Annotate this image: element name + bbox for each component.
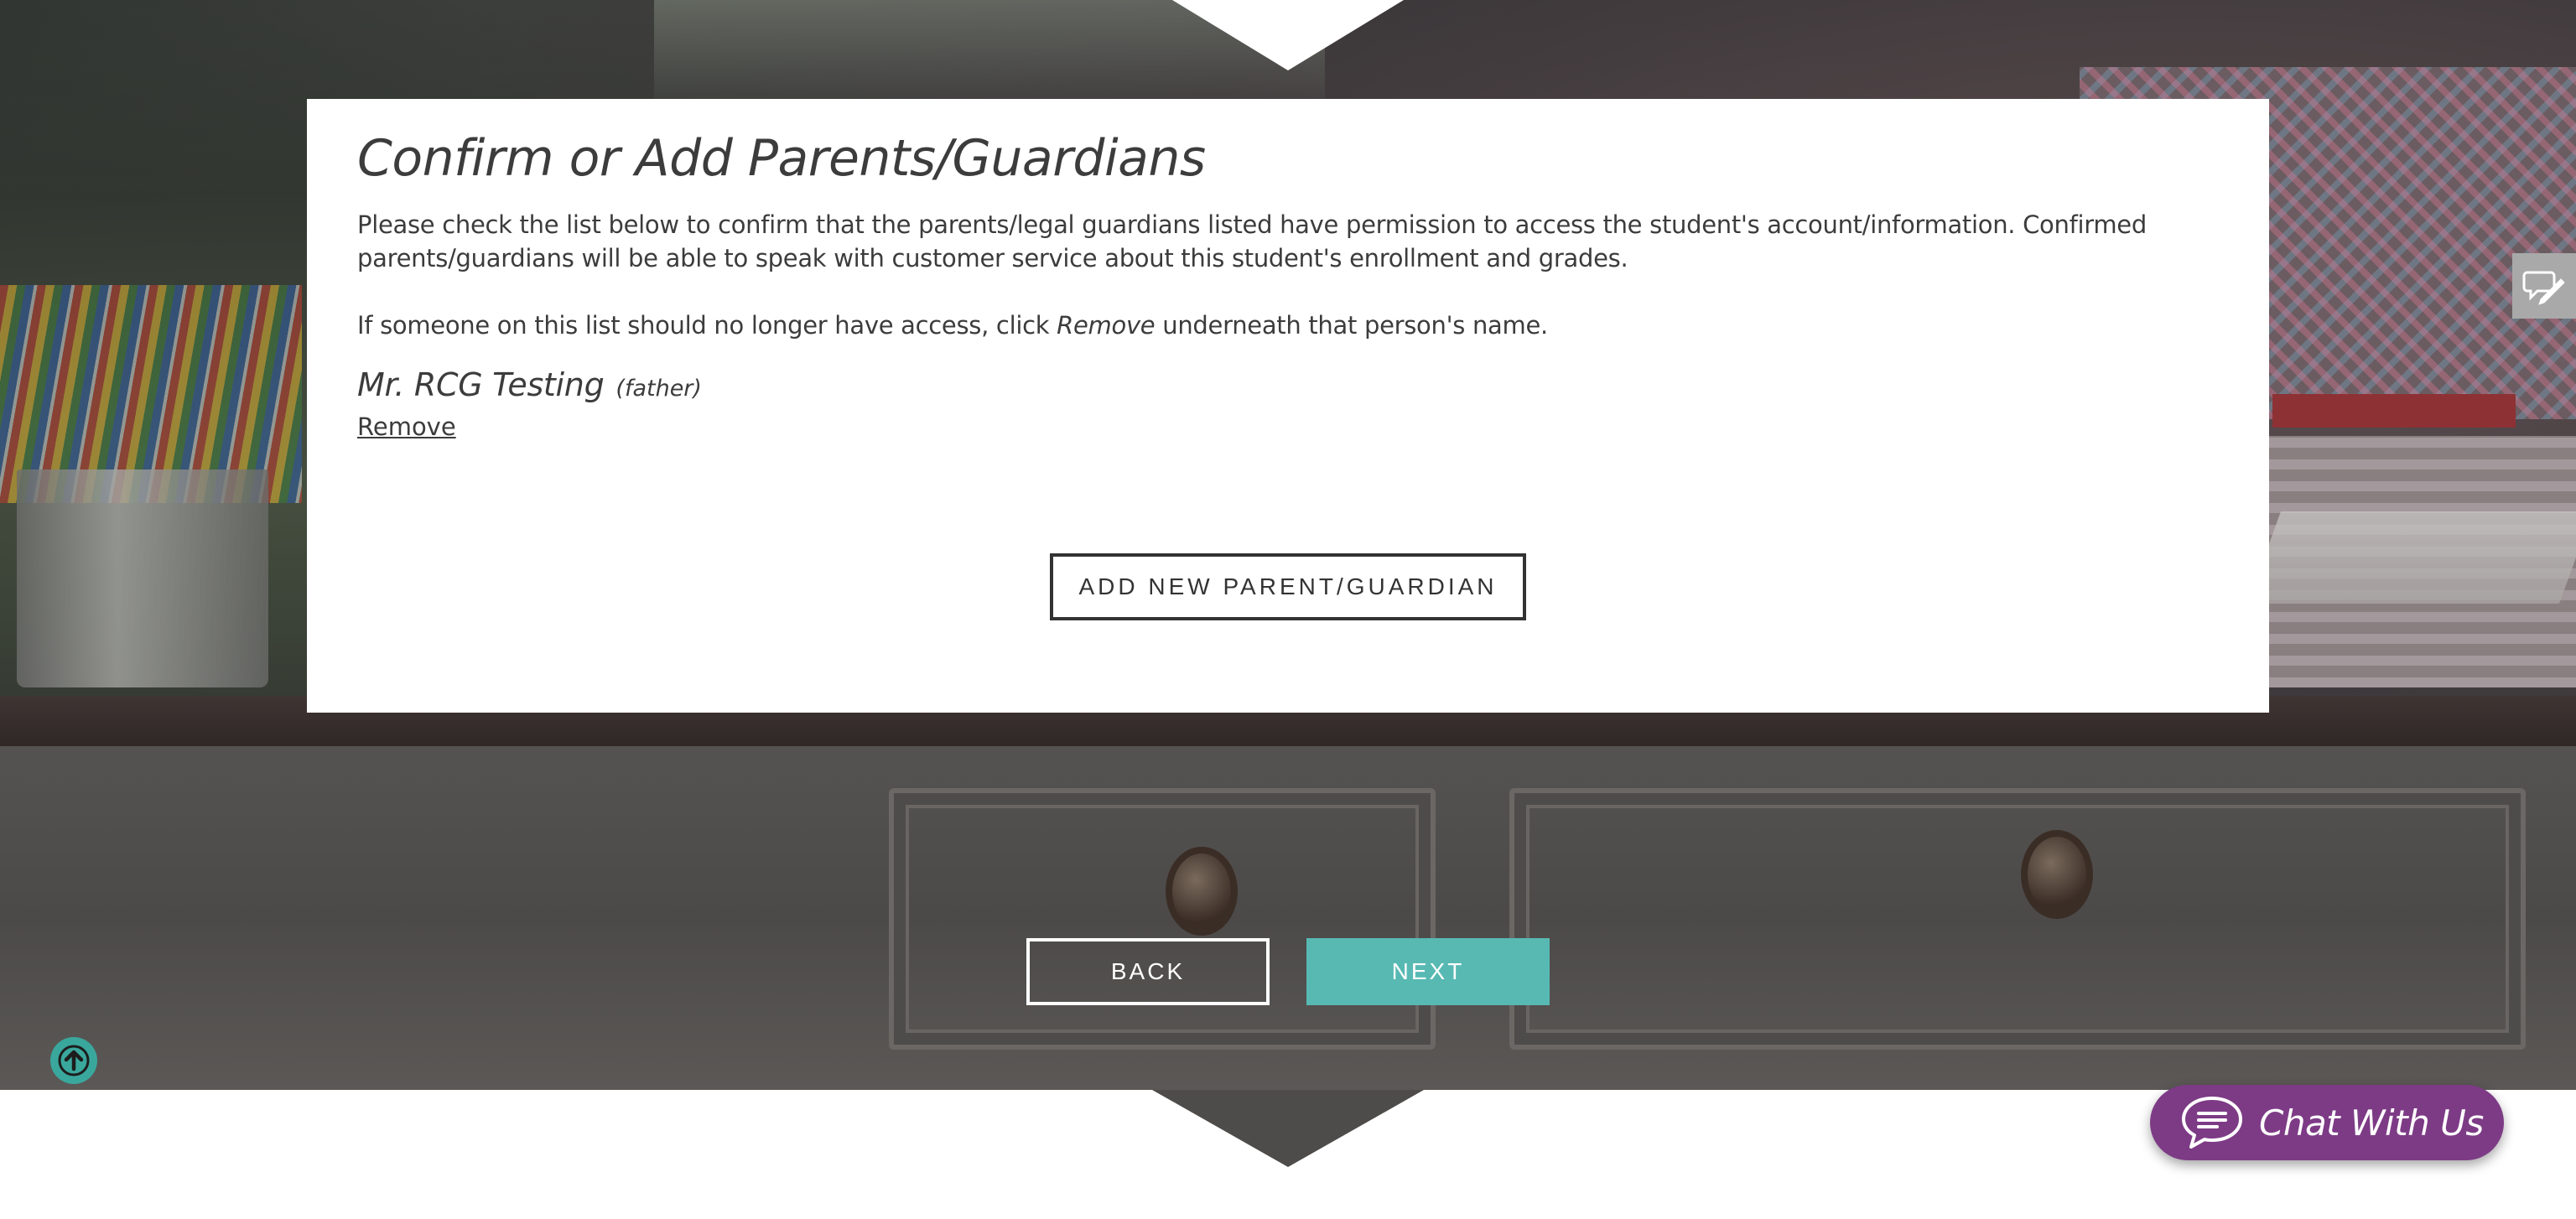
add-new-guardian-button[interactable]: ADD NEW PARENT/GUARDIAN	[1050, 553, 1526, 620]
card-instruction: If someone on this list should no longer…	[357, 309, 2219, 342]
chat-with-us-button[interactable]: Chat With Us	[2150, 1085, 2504, 1160]
arrow-up-icon	[58, 1045, 90, 1076]
instruction-text-after: underneath that person's name.	[1155, 311, 1548, 340]
drawer-knob-left	[1166, 847, 1238, 936]
chat-bubble-icon	[2182, 1097, 2242, 1149]
instruction-text-before: If someone on this list should no longer…	[357, 311, 1057, 340]
next-button[interactable]: NEXT	[1306, 938, 1550, 1005]
guardian-list-item: Mr. RCG Testing (father) Remove	[357, 364, 2219, 441]
page-title: Confirm or Add Parents/Guardians	[357, 129, 1206, 188]
open-book-decoration	[2246, 511, 2576, 604]
bottom-notch-triangle	[1152, 1090, 1424, 1167]
pencil-bucket-decoration	[17, 469, 268, 687]
card-description: Please check the list below to confirm t…	[357, 210, 2147, 272]
chat-label: Chat With Us	[2259, 1102, 2484, 1144]
guardian-name: Mr. RCG Testing	[357, 366, 605, 403]
drawer-knob-right	[2021, 830, 2093, 919]
desk-drawer-left	[889, 788, 1436, 1050]
feedback-side-tab[interactable]	[2512, 253, 2576, 319]
scroll-to-top-button[interactable]	[50, 1037, 97, 1084]
guardians-card: Confirm or Add Parents/Guardians Please …	[307, 99, 2269, 713]
instruction-emphasis: Remove	[1057, 311, 1156, 340]
top-notch-triangle	[1172, 0, 1404, 70]
remove-guardian-link[interactable]: Remove	[357, 412, 456, 441]
back-button[interactable]: BACK	[1026, 938, 1270, 1005]
red-shelf-decoration	[2272, 394, 2516, 428]
desk-drawer-right	[1509, 788, 2526, 1050]
feedback-icon	[2522, 271, 2565, 305]
guardian-relation: (father)	[615, 376, 702, 402]
guardian-line: Mr. RCG Testing (father)	[357, 364, 2219, 412]
